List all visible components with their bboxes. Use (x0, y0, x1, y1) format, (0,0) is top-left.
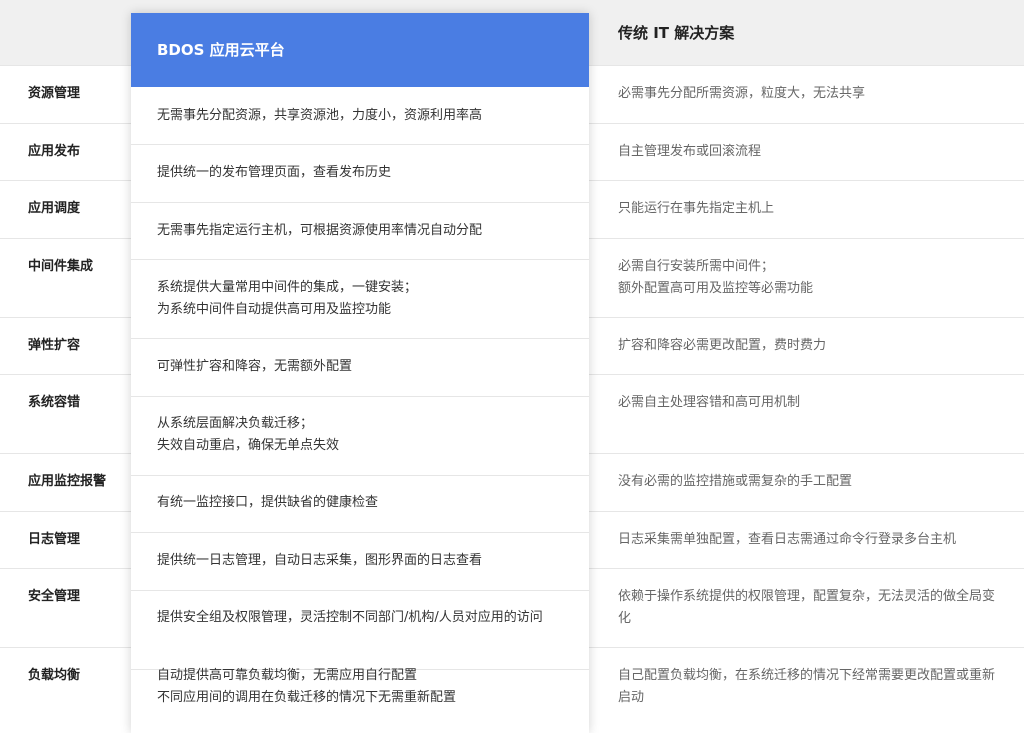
row-label-security: 安全管理 (28, 589, 81, 604)
card-row-divider (131, 590, 589, 591)
card-row-divider (131, 259, 589, 260)
traditional-cell: 只能运行在事先指定主机上 (618, 201, 775, 216)
bdos-cell: 无需事先分配资源，共享资源池，力度小，资源利用率高 (157, 108, 483, 123)
row-label-scaling: 弹性扩容 (28, 338, 81, 353)
card-row-divider (131, 144, 589, 145)
card-row-divider (131, 532, 589, 533)
comparison-page: 传统 IT 解决方案 资源管理 应用发布 应用调度 中间件集成 弹性扩容 系统容… (0, 0, 1024, 733)
bdos-cell: 有统一监控接口，提供缺省的健康检查 (157, 495, 379, 510)
card-row-divider (131, 475, 589, 476)
bdos-cell: 可弹性扩容和降容，无需额外配置 (157, 359, 353, 374)
bdos-cell: 提供安全组及权限管理，灵活控制不同部门/机构/人员对应用的访问 (157, 610, 543, 625)
traditional-cell: 必需事先分配所需资源，粒度大，无法共享 (618, 86, 866, 101)
traditional-column-title: 传统 IT 解决方案 (618, 24, 735, 42)
bdos-cell: 从系统层面解决负载迁移； 失效自动重启，确保无单点失效 (157, 416, 340, 453)
bdos-cell: 无需事先指定运行主机，可根据资源使用率情况自动分配 (157, 223, 483, 238)
card-row-divider (131, 396, 589, 397)
traditional-cell: 扩容和降容必需更改配置，费时费力 (618, 338, 827, 353)
bdos-column-title: BDOS 应用云平台 (131, 13, 589, 87)
traditional-cell: 必需自行安装所需中间件； 额外配置高可用及监控等必需功能 (618, 259, 814, 296)
traditional-cell: 自己配置负载均衡，在系统迁移的情况下经常需要更改配置或重新 启动 (618, 668, 996, 705)
traditional-cell: 日志采集需单独配置，查看日志需通过命令行登录多台主机 (618, 532, 957, 547)
traditional-cell: 没有必需的监控措施或需复杂的手工配置 (618, 474, 853, 489)
bdos-card: BDOS 应用云平台 无需事先分配资源，共享资源池，力度小，资源利用率高 提供统… (131, 13, 589, 733)
bdos-cell: 自动提供高可靠负载均衡，无需应用自行配置 不同应用间的调用在负载迁移的情况下无需重… (157, 668, 457, 705)
row-label-release: 应用发布 (28, 144, 81, 159)
row-label-fault-tolerance: 系统容错 (28, 395, 81, 410)
row-label-resource: 资源管理 (28, 86, 81, 101)
traditional-cell: 自主管理发布或回滚流程 (618, 144, 762, 159)
bdos-cell: 系统提供大量常用中间件的集成，一键安装； 为系统中间件自动提供高可用及监控功能 (157, 280, 418, 317)
card-row-divider (131, 338, 589, 339)
row-label-logging: 日志管理 (28, 532, 81, 547)
bdos-cell: 提供统一日志管理，自动日志采集，图形界面的日志查看 (157, 553, 483, 568)
row-label-monitoring: 应用监控报警 (28, 474, 107, 489)
traditional-cell: 依赖于操作系统提供的权限管理，配置复杂，无法灵活的做全局变化 (618, 589, 996, 626)
bdos-cell: 提供统一的发布管理页面，查看发布历史 (157, 165, 392, 180)
row-label-middleware: 中间件集成 (28, 259, 94, 274)
row-label-scheduling: 应用调度 (28, 201, 81, 216)
row-label-load-balancing: 负载均衡 (28, 668, 81, 683)
card-row-divider (131, 202, 589, 203)
traditional-cell: 必需自主处理容错和高可用机制 (618, 395, 801, 410)
